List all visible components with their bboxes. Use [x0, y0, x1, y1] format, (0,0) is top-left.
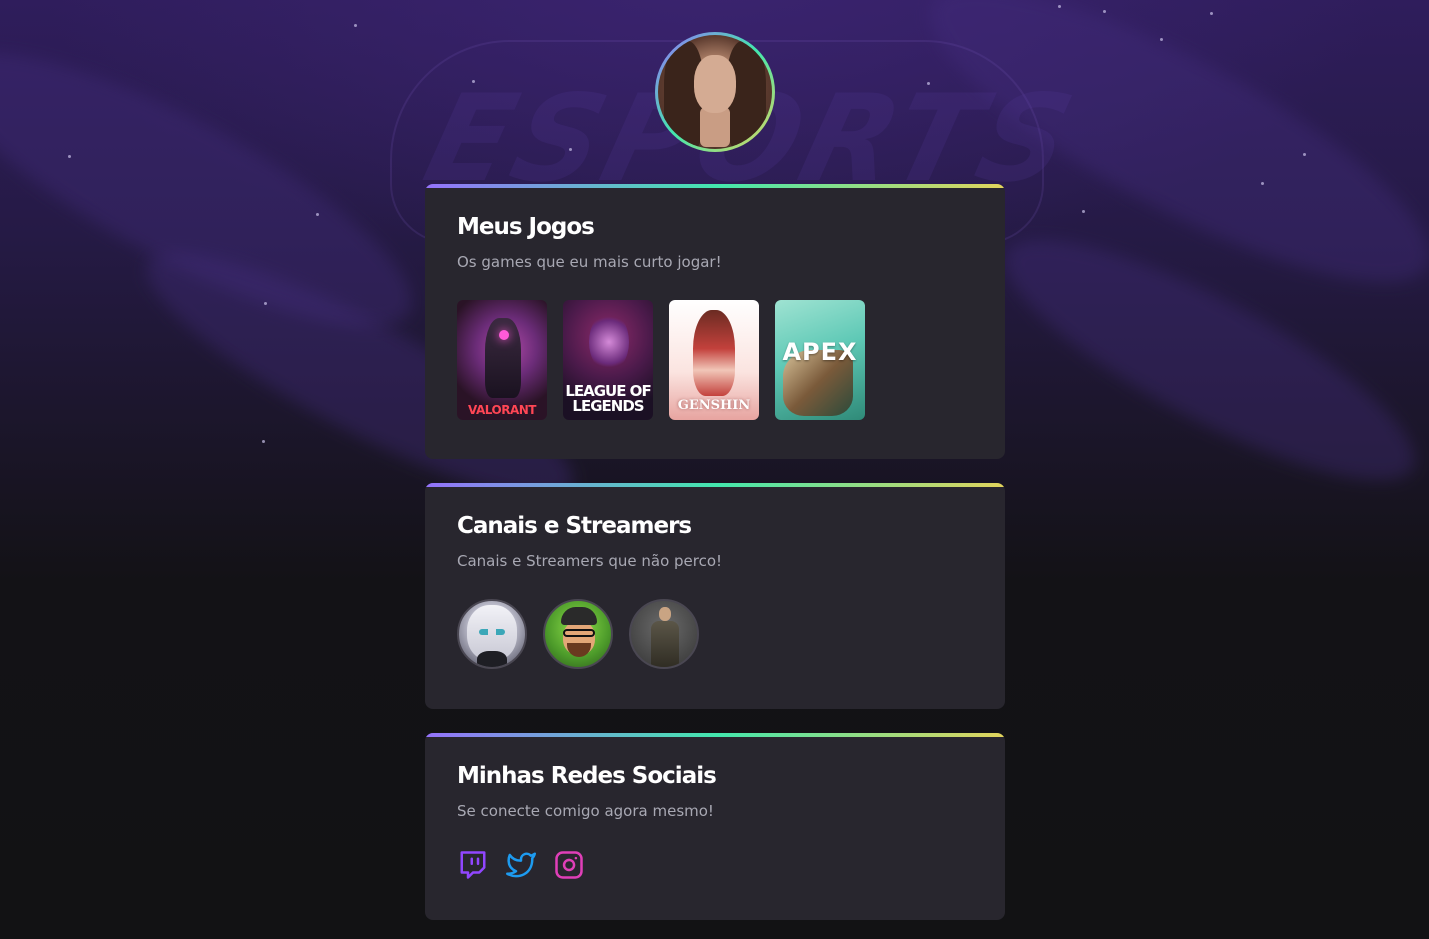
star [472, 80, 475, 83]
streamers-list [457, 599, 699, 669]
streamers-card-subtitle: Canais e Streamers que não perco! [457, 552, 723, 570]
social-card-title: Minhas Redes Sociais [457, 763, 717, 789]
game-cover-art [499, 330, 509, 340]
streamer-photo [563, 629, 595, 637]
game-cover-art [693, 310, 735, 396]
streamer-photo [659, 607, 671, 621]
game-title-apex: APEX [782, 338, 858, 366]
star [1058, 5, 1061, 8]
streamer-avatar[interactable] [629, 599, 699, 669]
twitter-link[interactable] [505, 849, 537, 881]
streamer-photo [561, 607, 597, 625]
streamers-card-title: Canais e Streamers [457, 513, 692, 539]
star [1160, 38, 1163, 41]
instagram-link[interactable] [553, 849, 585, 881]
star [1103, 10, 1106, 13]
game-title-genshin: GENSHIN [677, 398, 751, 413]
game-league-of-legends[interactable]: LEAGUE OF LEGENDS [563, 300, 653, 420]
avatar-face [694, 55, 736, 113]
star [264, 302, 267, 305]
avatar-neck [700, 107, 730, 147]
instagram-icon [555, 851, 583, 879]
game-genshin-impact[interactable]: GENSHIN [669, 300, 759, 420]
star [354, 24, 357, 27]
game-valorant[interactable]: VALORANT [457, 300, 547, 420]
streamer-avatar[interactable] [457, 599, 527, 669]
star [569, 148, 572, 151]
star [927, 82, 930, 85]
games-card-title: Meus Jogos [457, 214, 595, 240]
profile-avatar [655, 32, 775, 152]
games-card-subtitle: Os games que eu mais curto jogar! [457, 253, 722, 271]
streamer-avatar[interactable] [543, 599, 613, 669]
game-apex-legends[interactable]: APEX [775, 300, 865, 420]
games-list: VALORANT LEAGUE OF LEGENDS GENSHIN APEX [457, 300, 865, 420]
game-cover-art [589, 312, 629, 372]
star [316, 213, 319, 216]
game-title-valorant: VALORANT [468, 403, 536, 417]
star [1210, 12, 1213, 15]
star [1303, 153, 1306, 156]
streamer-photo [479, 629, 505, 635]
star [262, 440, 265, 443]
star [1082, 210, 1085, 213]
streamer-photo [477, 651, 507, 667]
star [1261, 182, 1264, 185]
streamers-card: Canais e Streamers Canais e Streamers qu… [425, 483, 1005, 709]
profile-photo [658, 35, 772, 149]
social-links [457, 849, 585, 881]
games-card: Meus Jogos Os games que eu mais curto jo… [425, 184, 1005, 459]
streamer-photo [651, 621, 679, 667]
twitch-icon [460, 851, 486, 879]
game-title-league-of-legends: LEAGUE OF LEGENDS [565, 382, 651, 415]
social-card: Minhas Redes Sociais Se conecte comigo a… [425, 733, 1005, 920]
twitter-icon [506, 852, 536, 878]
star [68, 155, 71, 158]
social-card-subtitle: Se conecte comigo agora mesmo! [457, 802, 714, 820]
twitch-link[interactable] [457, 849, 489, 881]
streamer-photo [567, 643, 591, 657]
